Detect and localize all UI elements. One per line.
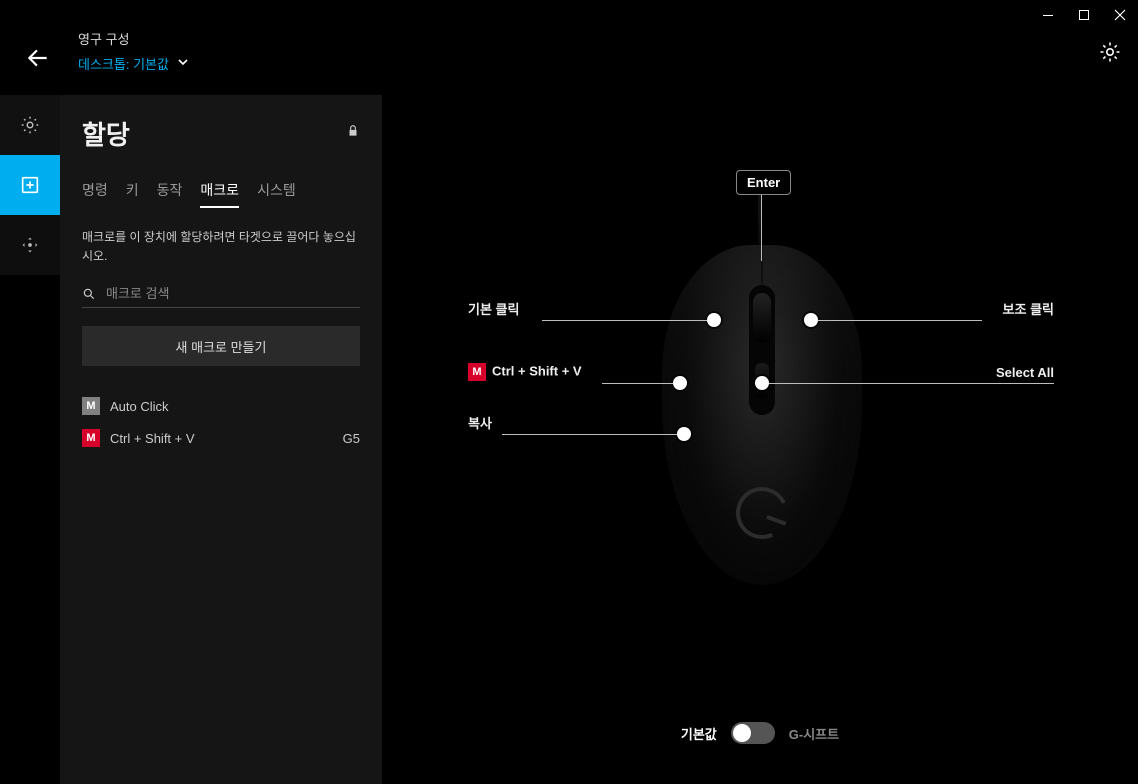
drag-hint: 매크로를 이 장치에 할당하려면 타겟으로 끌어다 놓으십시오. [82, 228, 360, 266]
brightness-icon [19, 114, 41, 136]
search-icon [82, 287, 96, 301]
profile-selector[interactable]: 데스크톱: 기본값 [78, 54, 189, 73]
rail-assignments[interactable] [0, 155, 60, 215]
node-g4[interactable] [677, 427, 691, 441]
new-macro-button[interactable]: 새 매크로 만들기 [82, 326, 360, 366]
tab-macros[interactable]: 매크로 [200, 180, 239, 208]
settings-button[interactable] [1098, 40, 1122, 69]
macro-search-input[interactable] [106, 286, 360, 301]
move-icon [19, 234, 41, 256]
assignment-dpi[interactable]: Select All [996, 365, 1054, 380]
assignment-g5[interactable]: M Ctrl + Shift + V [468, 363, 582, 381]
profile-label: 데스크톱: 기본값 [78, 54, 169, 73]
g-logo-icon [729, 480, 796, 547]
macro-item[interactable]: M Ctrl + Shift + V G5 [82, 422, 360, 454]
gshift-alt-label: G-시프트 [789, 724, 839, 743]
tab-actions[interactable]: 동작 [157, 180, 183, 208]
sidebar-title: 할당 [82, 115, 130, 152]
macro-badge-icon: M [468, 363, 486, 381]
config-title: 영구 구성 [78, 29, 189, 48]
node-right-click[interactable] [804, 313, 818, 327]
macro-name: Auto Click [110, 399, 360, 414]
mouse-viewer: Enter 기본 클릭 보조 클릭 M Ctrl + Shift + V 복사 [382, 95, 1138, 784]
gear-icon [1098, 40, 1122, 64]
assignment-scroll-click[interactable]: Enter [736, 170, 791, 195]
assignment-left-click[interactable]: 기본 클릭 [468, 299, 519, 318]
back-button[interactable] [18, 38, 58, 78]
assignment-g4[interactable]: 복사 [468, 413, 492, 432]
maximize-icon [1078, 9, 1090, 21]
rail-lighting[interactable] [0, 95, 60, 155]
scroll-wheel [753, 293, 771, 343]
macro-item[interactable]: M Auto Click [82, 390, 360, 422]
macro-slot: G5 [343, 431, 360, 446]
lock-icon [346, 124, 360, 143]
minimize-icon [1042, 9, 1054, 21]
macro-search[interactable] [82, 280, 360, 308]
chevron-down-icon [177, 55, 189, 73]
back-arrow-icon [25, 45, 51, 71]
node-left-click[interactable] [707, 313, 721, 327]
assignment-right-click[interactable]: 보조 클릭 [1003, 299, 1054, 318]
tab-system[interactable]: 시스템 [257, 180, 296, 208]
macro-badge-icon: M [82, 429, 100, 447]
node-g5[interactable] [673, 376, 687, 390]
assignment-type-tabs: 명령 키 동작 매크로 시스템 [82, 180, 360, 208]
tab-commands[interactable]: 명령 [82, 180, 108, 208]
macro-badge-icon: M [82, 397, 100, 415]
mouse-body [662, 245, 862, 585]
assignment-g5-label: Ctrl + Shift + V [492, 363, 582, 378]
node-dpi[interactable] [755, 376, 769, 390]
gshift-toggle[interactable] [731, 722, 775, 744]
macro-name: Ctrl + Shift + V [110, 431, 343, 446]
close-icon [1114, 9, 1126, 21]
plus-box-icon [19, 174, 41, 196]
gshift-default-label: 기본값 [681, 724, 717, 743]
tab-keys[interactable]: 키 [126, 180, 139, 208]
rail-sensitivity[interactable] [0, 215, 60, 275]
